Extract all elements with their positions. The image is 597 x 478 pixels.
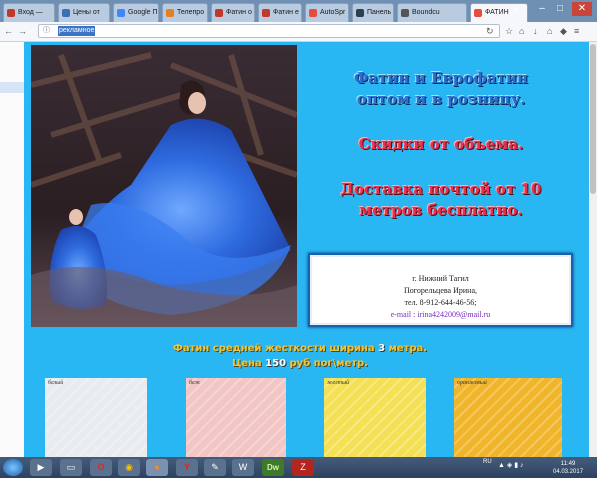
filezilla-icon[interactable]: Z (292, 459, 314, 476)
word-icon[interactable]: W (232, 459, 254, 476)
new-tab-button[interactable]: + (513, 4, 519, 16)
background-window (0, 42, 25, 457)
bookmark-star-icon[interactable]: ☆ (505, 26, 513, 36)
browser-tab[interactable]: AutoSpr (305, 3, 349, 22)
contact-city: г. Нижний Тагил (412, 274, 469, 283)
tab-label: Фатин е (273, 9, 299, 16)
tab-favicon-icon (309, 9, 317, 17)
dreamweaver-icon[interactable]: Dw (262, 459, 284, 476)
yandex-icon[interactable]: Y (176, 459, 198, 476)
file-explorer-icon[interactable]: ▭ (60, 459, 82, 476)
menu-icon[interactable]: ≡ (574, 26, 579, 36)
editor-icon[interactable]: ✎ (204, 459, 226, 476)
lock-icon[interactable]: ⌂ (519, 26, 524, 36)
contact-box: г. Нижний Тагил Погорельцева Ирина, тел.… (308, 253, 573, 327)
clock[interactable]: 11:49 04.03.2017 (553, 460, 583, 476)
browser-tab[interactable]: Фатин е (258, 3, 302, 22)
forward-icon[interactable]: → (18, 26, 27, 36)
swatch-label: белый (48, 380, 64, 386)
swatch-label: желтый (327, 380, 350, 386)
address-bar[interactable] (38, 24, 500, 38)
fabric-spec-unit: метра. (385, 343, 428, 354)
promo-line-4: Доставка почтой от 10 (340, 180, 542, 198)
fabric-spec: Фатин средней жесткости ширина 3 метра. (150, 343, 450, 354)
tab-label: Boundcu (412, 9, 440, 16)
contact-phone: тел. 8-912-644-46-56; (404, 298, 477, 307)
opera-icon[interactable]: O (90, 459, 112, 476)
clock-time: 11:49 (560, 461, 576, 467)
promo-line-5: метров бесплатно. (359, 201, 523, 219)
language-indicator[interactable]: RU (483, 459, 492, 465)
home-icon[interactable]: ⌂ (547, 26, 552, 36)
tab-label: AutoSpr (320, 9, 346, 16)
swatch-beige[interactable]: беж (186, 378, 286, 457)
minimize-button[interactable]: – (534, 2, 550, 16)
tab-label: Цены от (73, 9, 100, 16)
swatch-yellow[interactable]: желтый (324, 378, 426, 457)
browser-tab[interactable]: Google П (113, 3, 159, 22)
tab-favicon-icon (62, 9, 70, 17)
swatch-white[interactable]: белый (45, 378, 147, 457)
fabric-price-label: Цена (231, 358, 266, 369)
fabric-spec-text: Фатин средней жесткости ширина (172, 343, 379, 354)
swatch-label: оранжевый (457, 380, 487, 386)
promo-line-2: оптом и в розницу. (356, 90, 526, 108)
close-button[interactable]: ✕ (572, 2, 592, 16)
tab-label: Вход — (18, 9, 43, 16)
tab-label: Google П (128, 9, 158, 16)
media-player-icon[interactable]: ▶ (30, 459, 52, 476)
page-scrollbar[interactable] (589, 42, 597, 457)
promo-line-3: Скидки от объема. (358, 135, 524, 153)
browser-tab[interactable]: Телепро (162, 3, 208, 22)
tab-label: Фатин о (226, 9, 252, 16)
tab-favicon-icon (474, 9, 482, 17)
reload-icon[interactable]: ↻ (486, 26, 494, 36)
start-button[interactable] (3, 459, 23, 476)
hero-photo (31, 45, 297, 327)
scrollbar-thumb[interactable] (590, 44, 596, 194)
chrome-icon[interactable]: ◉ (118, 459, 140, 476)
tab-favicon-icon (215, 9, 223, 17)
tab-favicon-icon (262, 9, 270, 17)
tab-favicon-icon (356, 9, 364, 17)
contact-email-link[interactable]: e-mail : irina4242009@mail.ru (310, 309, 571, 321)
firefox-icon[interactable]: ● (146, 459, 168, 476)
fabric-price-value: 150 (265, 358, 287, 369)
maximize-button[interactable]: □ (552, 2, 568, 16)
url-text[interactable]: рекламное (58, 26, 96, 36)
contact-name: Погорельцева Ирина, (404, 286, 477, 295)
fabric-price: Цена 150 руб пог\метр. (170, 358, 430, 369)
fabric-price-unit: руб пог\метр. (286, 358, 369, 369)
browser-tab[interactable]: Цены от (58, 3, 110, 22)
browser-tab[interactable]: Вход — (3, 3, 55, 22)
background-window-highlight (0, 82, 24, 93)
browser-tab[interactable]: Boundcu (397, 3, 467, 22)
tab-favicon-icon (166, 9, 174, 17)
clock-date: 04.03.2017 (553, 469, 584, 475)
swatch-orange[interactable]: оранжевый (454, 378, 562, 457)
tab-favicon-icon (7, 9, 15, 17)
tab-label: ФАТИН (485, 9, 509, 16)
tab-label: Телепро (177, 9, 205, 16)
tray-icons[interactable]: ▲ ◈ ▮ ♪ (498, 461, 524, 469)
info-icon[interactable]: ⓘ (43, 26, 50, 36)
browser-tab[interactable]: Фатин о (211, 3, 255, 22)
downloads-icon[interactable]: ↓ (533, 26, 538, 36)
promo-line-1: Фатин и Еврофатин (354, 69, 528, 87)
tab-favicon-icon (401, 9, 409, 17)
swatch-label: беж (189, 380, 201, 386)
extension-icon[interactable]: ◆ (560, 26, 567, 36)
tab-favicon-icon (117, 9, 125, 17)
browser-tab[interactable]: Панель у (352, 3, 394, 22)
back-icon[interactable]: ← (4, 26, 13, 36)
tab-label: Панель у (367, 9, 394, 16)
